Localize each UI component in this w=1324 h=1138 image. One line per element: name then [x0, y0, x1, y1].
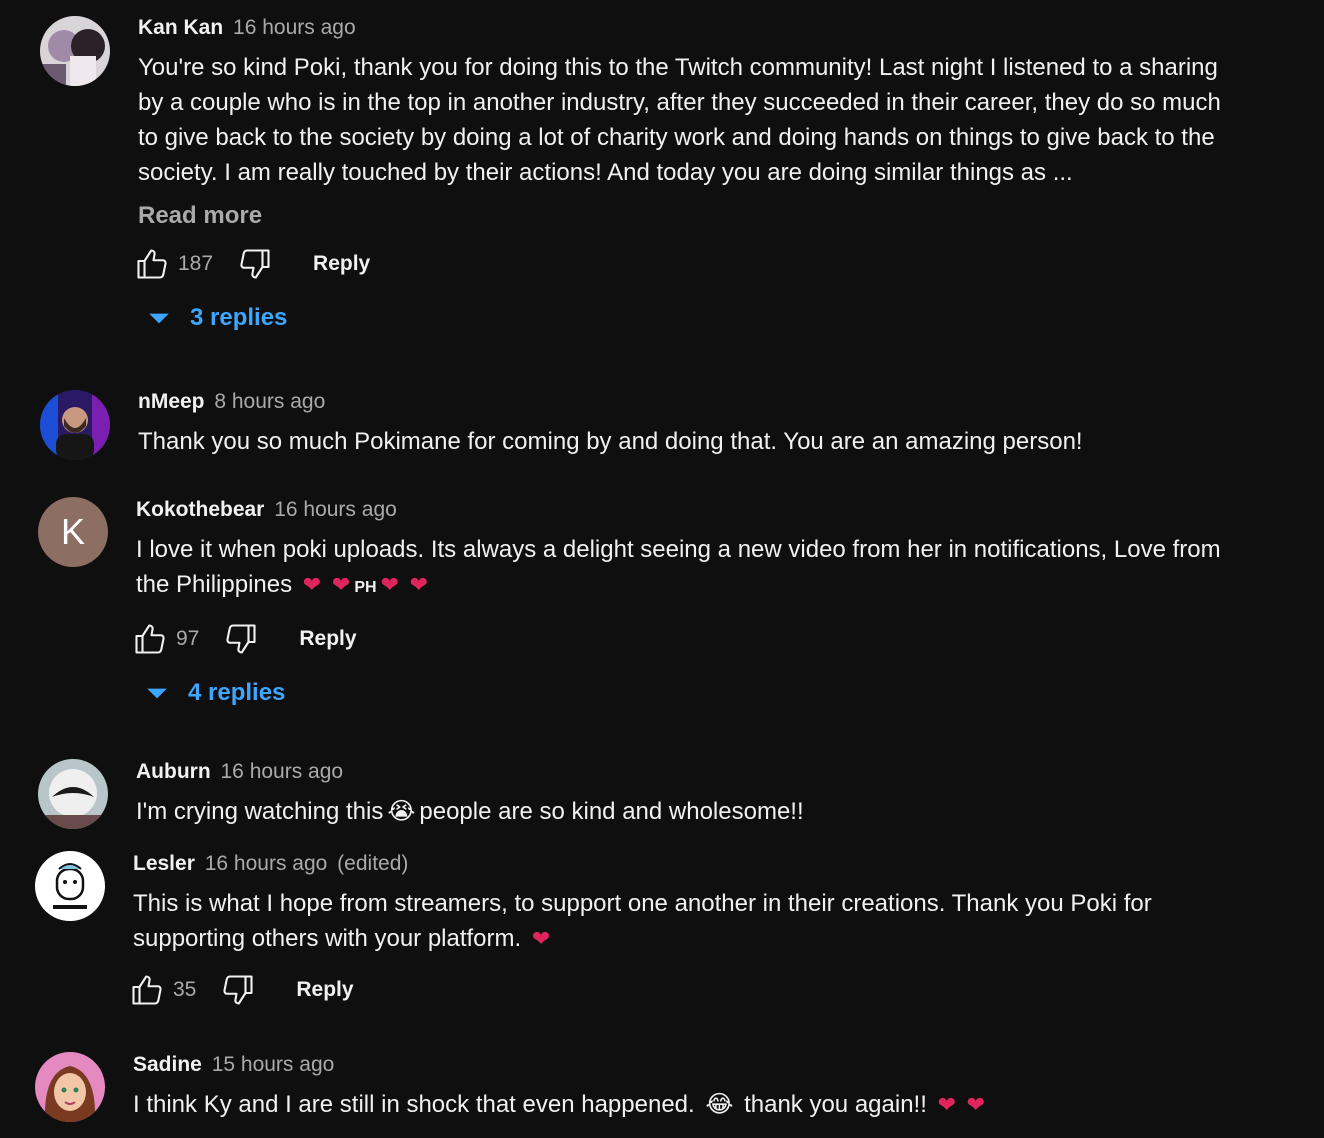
comment-text: You're so kind Poki, thank you for doing… [138, 54, 1221, 186]
comment-actions: 97 Reply [132, 619, 1244, 659]
heart-emoji-icon: ❤ [331, 572, 351, 597]
comment-text: This is what I hope from streamers, to s… [133, 886, 1244, 956]
crying-emoji-icon: 😭 [387, 798, 416, 825]
replies-count: 4 replies [188, 679, 286, 706]
heart-emoji-icon: ❤ [966, 1092, 986, 1117]
timestamp[interactable]: 15 hours ago [212, 1053, 335, 1076]
avatar[interactable] [40, 16, 110, 86]
dislike-button[interactable] [223, 621, 259, 657]
thumbs-up-icon [135, 624, 165, 654]
dislike-button[interactable] [237, 246, 273, 282]
comment-text-part: I think Ky and I are still in shock that… [133, 1091, 695, 1118]
timestamp[interactable]: 16 hours ago [221, 760, 344, 783]
avatar[interactable] [35, 851, 105, 921]
read-more-button[interactable]: Read more [138, 202, 1244, 230]
reply-button[interactable]: Reply [313, 252, 370, 276]
heart-emoji-icon: ❤ [302, 572, 322, 597]
heart-emoji-icon: ❤ [937, 1092, 956, 1117]
replies-count: 3 replies [190, 304, 288, 331]
caret-down-icon [147, 688, 167, 699]
thumbs-down-icon [240, 249, 270, 279]
comment-text-part: I'm crying watching this [136, 798, 384, 825]
comment-text: I think Ky and I are still in shock that… [133, 1087, 1244, 1122]
like-button[interactable] [134, 246, 170, 282]
dislike-button[interactable] [220, 972, 256, 1008]
heart-emoji-icon: ❤ [409, 572, 429, 597]
reply-button[interactable]: Reply [299, 627, 356, 651]
heart-emoji-icon: ❤ [380, 572, 399, 597]
comment-actions: 187 Reply [134, 244, 1244, 284]
thumbs-down-icon [226, 624, 256, 654]
author-name[interactable]: Kokothebear [136, 498, 264, 521]
thumbs-up-icon [132, 975, 162, 1005]
comment-text: Thank you so much Pokimane for coming by… [138, 428, 1083, 455]
comment-text: I love it when poki uploads. Its always … [136, 532, 1244, 605]
heart-emoji-icon: ❤ [531, 926, 551, 951]
avatar[interactable]: K [38, 497, 108, 567]
comment-header: Lesler 16 hours ago (edited) [133, 850, 1244, 878]
edited-label: (edited) [337, 852, 409, 875]
timestamp[interactable]: 16 hours ago [274, 498, 397, 521]
reply-button[interactable]: Reply [296, 978, 353, 1002]
timestamp[interactable]: 8 hours ago [214, 390, 325, 413]
like-count: 97 [176, 627, 200, 650]
avatar-letter: K [60, 511, 85, 552]
author-name[interactable]: Kan Kan [138, 16, 223, 39]
author-name[interactable]: Auburn [136, 760, 211, 783]
view-replies-button[interactable]: 3 replies [146, 304, 1244, 332]
author-name[interactable]: nMeep [138, 390, 205, 413]
avatar[interactable] [40, 390, 110, 460]
comment-header: Auburn 16 hours ago [136, 758, 1244, 786]
caret-down-icon [149, 313, 169, 324]
author-name[interactable]: Sadine [133, 1053, 202, 1076]
like-button[interactable] [129, 972, 165, 1008]
like-count: 187 [178, 252, 214, 275]
flag-label: PH [354, 579, 377, 596]
timestamp[interactable]: 16 hours ago [233, 16, 356, 39]
thumbs-down-icon [223, 975, 253, 1005]
comment-text-part: thank you again!! [744, 1091, 927, 1118]
thumbs-up-icon [137, 249, 167, 279]
comment-text-part: I love it when poki uploads. Its always … [136, 536, 1221, 598]
avatar[interactable] [35, 1052, 105, 1122]
comment-text-part: This is what I hope from streamers, to s… [133, 890, 1152, 952]
like-button[interactable] [132, 621, 168, 657]
view-replies-button[interactable]: 4 replies [144, 679, 1244, 707]
like-count: 35 [173, 978, 197, 1001]
timestamp[interactable]: 16 hours ago [205, 852, 328, 875]
laughing-emoji-icon: 😂 [705, 1091, 734, 1118]
comment-header: Kan Kan 16 hours ago [138, 14, 1244, 42]
comment-text-part: people are so kind and wholesome!! [419, 798, 804, 825]
avatar[interactable] [38, 759, 108, 829]
comment-text: I'm crying watching this 😭 people are so k… [136, 794, 1244, 829]
comment-actions: 35 Reply [129, 970, 1244, 1010]
author-name[interactable]: Lesler [133, 852, 195, 875]
comment-header: Kokothebear 16 hours ago [136, 496, 1244, 524]
comment-header: Sadine 15 hours ago [133, 1051, 1244, 1079]
comment-header: nMeep 8 hours ago [138, 388, 1244, 416]
